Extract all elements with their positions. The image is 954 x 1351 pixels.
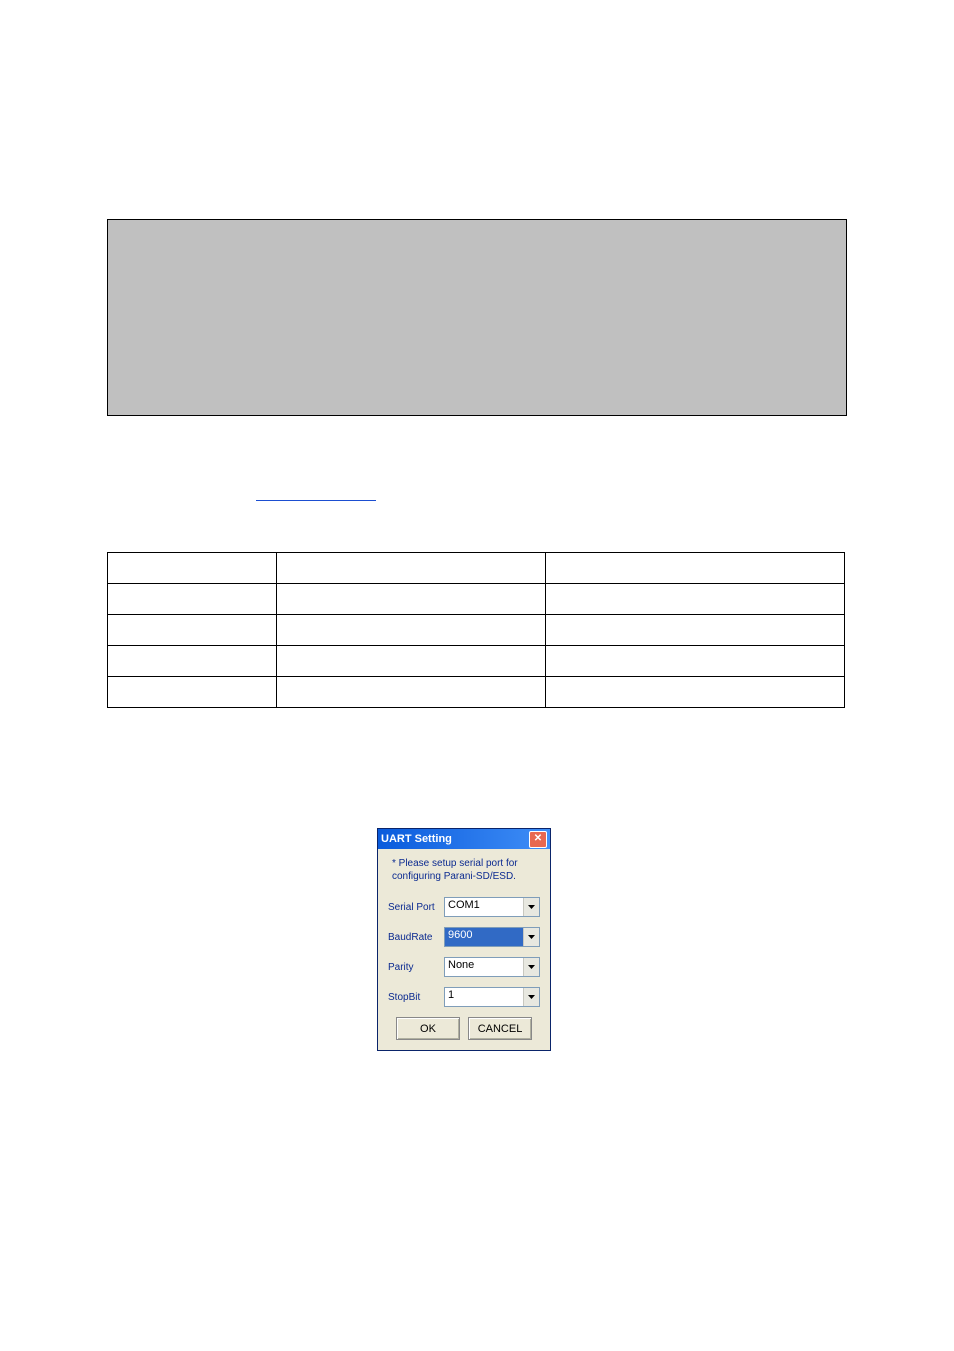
close-button[interactable]: ✕	[529, 831, 547, 848]
chevron-down-icon[interactable]	[523, 958, 539, 976]
chevron-down-icon[interactable]	[523, 988, 539, 1006]
label-baud-rate: BaudRate	[388, 932, 444, 943]
stop-bit-select[interactable]: 1	[444, 987, 540, 1007]
chevron-down-icon[interactable]	[523, 898, 539, 916]
uart-setting-dialog: UART Setting ✕ * Please setup serial por…	[377, 828, 551, 1051]
baud-rate-value: 9600	[445, 928, 523, 946]
table-cell	[276, 646, 545, 677]
table-cell	[108, 677, 277, 708]
row-stop-bit: StopBit 1	[388, 987, 540, 1007]
stop-bit-value: 1	[445, 988, 523, 1006]
table-cell	[276, 584, 545, 615]
dialog-body: * Please setup serial port for configuri…	[378, 849, 550, 1050]
table-cell	[108, 584, 277, 615]
dialog-title: UART Setting	[381, 833, 452, 845]
dialog-hint: * Please setup serial port for configuri…	[388, 857, 540, 883]
grey-box	[107, 219, 847, 416]
table-cell	[108, 615, 277, 646]
empty-table	[107, 552, 845, 708]
close-icon: ✕	[534, 834, 542, 844]
row-parity: Parity None	[388, 957, 540, 977]
table-cell	[546, 584, 845, 615]
row-serial-port: Serial Port COM1	[388, 897, 540, 917]
link-placeholder	[256, 498, 376, 501]
ok-button[interactable]: OK	[396, 1017, 460, 1040]
table-cell	[546, 677, 845, 708]
row-baud-rate: BaudRate 9600	[388, 927, 540, 947]
titlebar[interactable]: UART Setting ✕	[378, 829, 550, 849]
button-row: OK CANCEL	[388, 1017, 540, 1040]
table-cell	[108, 553, 277, 584]
table-cell	[276, 677, 545, 708]
parity-select[interactable]: None	[444, 957, 540, 977]
chevron-down-icon[interactable]	[523, 928, 539, 946]
parity-value: None	[445, 958, 523, 976]
serial-port-select[interactable]: COM1	[444, 897, 540, 917]
table-cell	[546, 615, 845, 646]
label-stop-bit: StopBit	[388, 992, 444, 1003]
table-cell	[546, 553, 845, 584]
table-cell	[546, 646, 845, 677]
table-cell	[108, 646, 277, 677]
cancel-button[interactable]: CANCEL	[468, 1017, 532, 1040]
table-cell	[276, 615, 545, 646]
baud-rate-select[interactable]: 9600	[444, 927, 540, 947]
label-serial-port: Serial Port	[388, 902, 444, 913]
serial-port-value: COM1	[445, 898, 523, 916]
table-cell	[276, 553, 545, 584]
label-parity: Parity	[388, 962, 444, 973]
